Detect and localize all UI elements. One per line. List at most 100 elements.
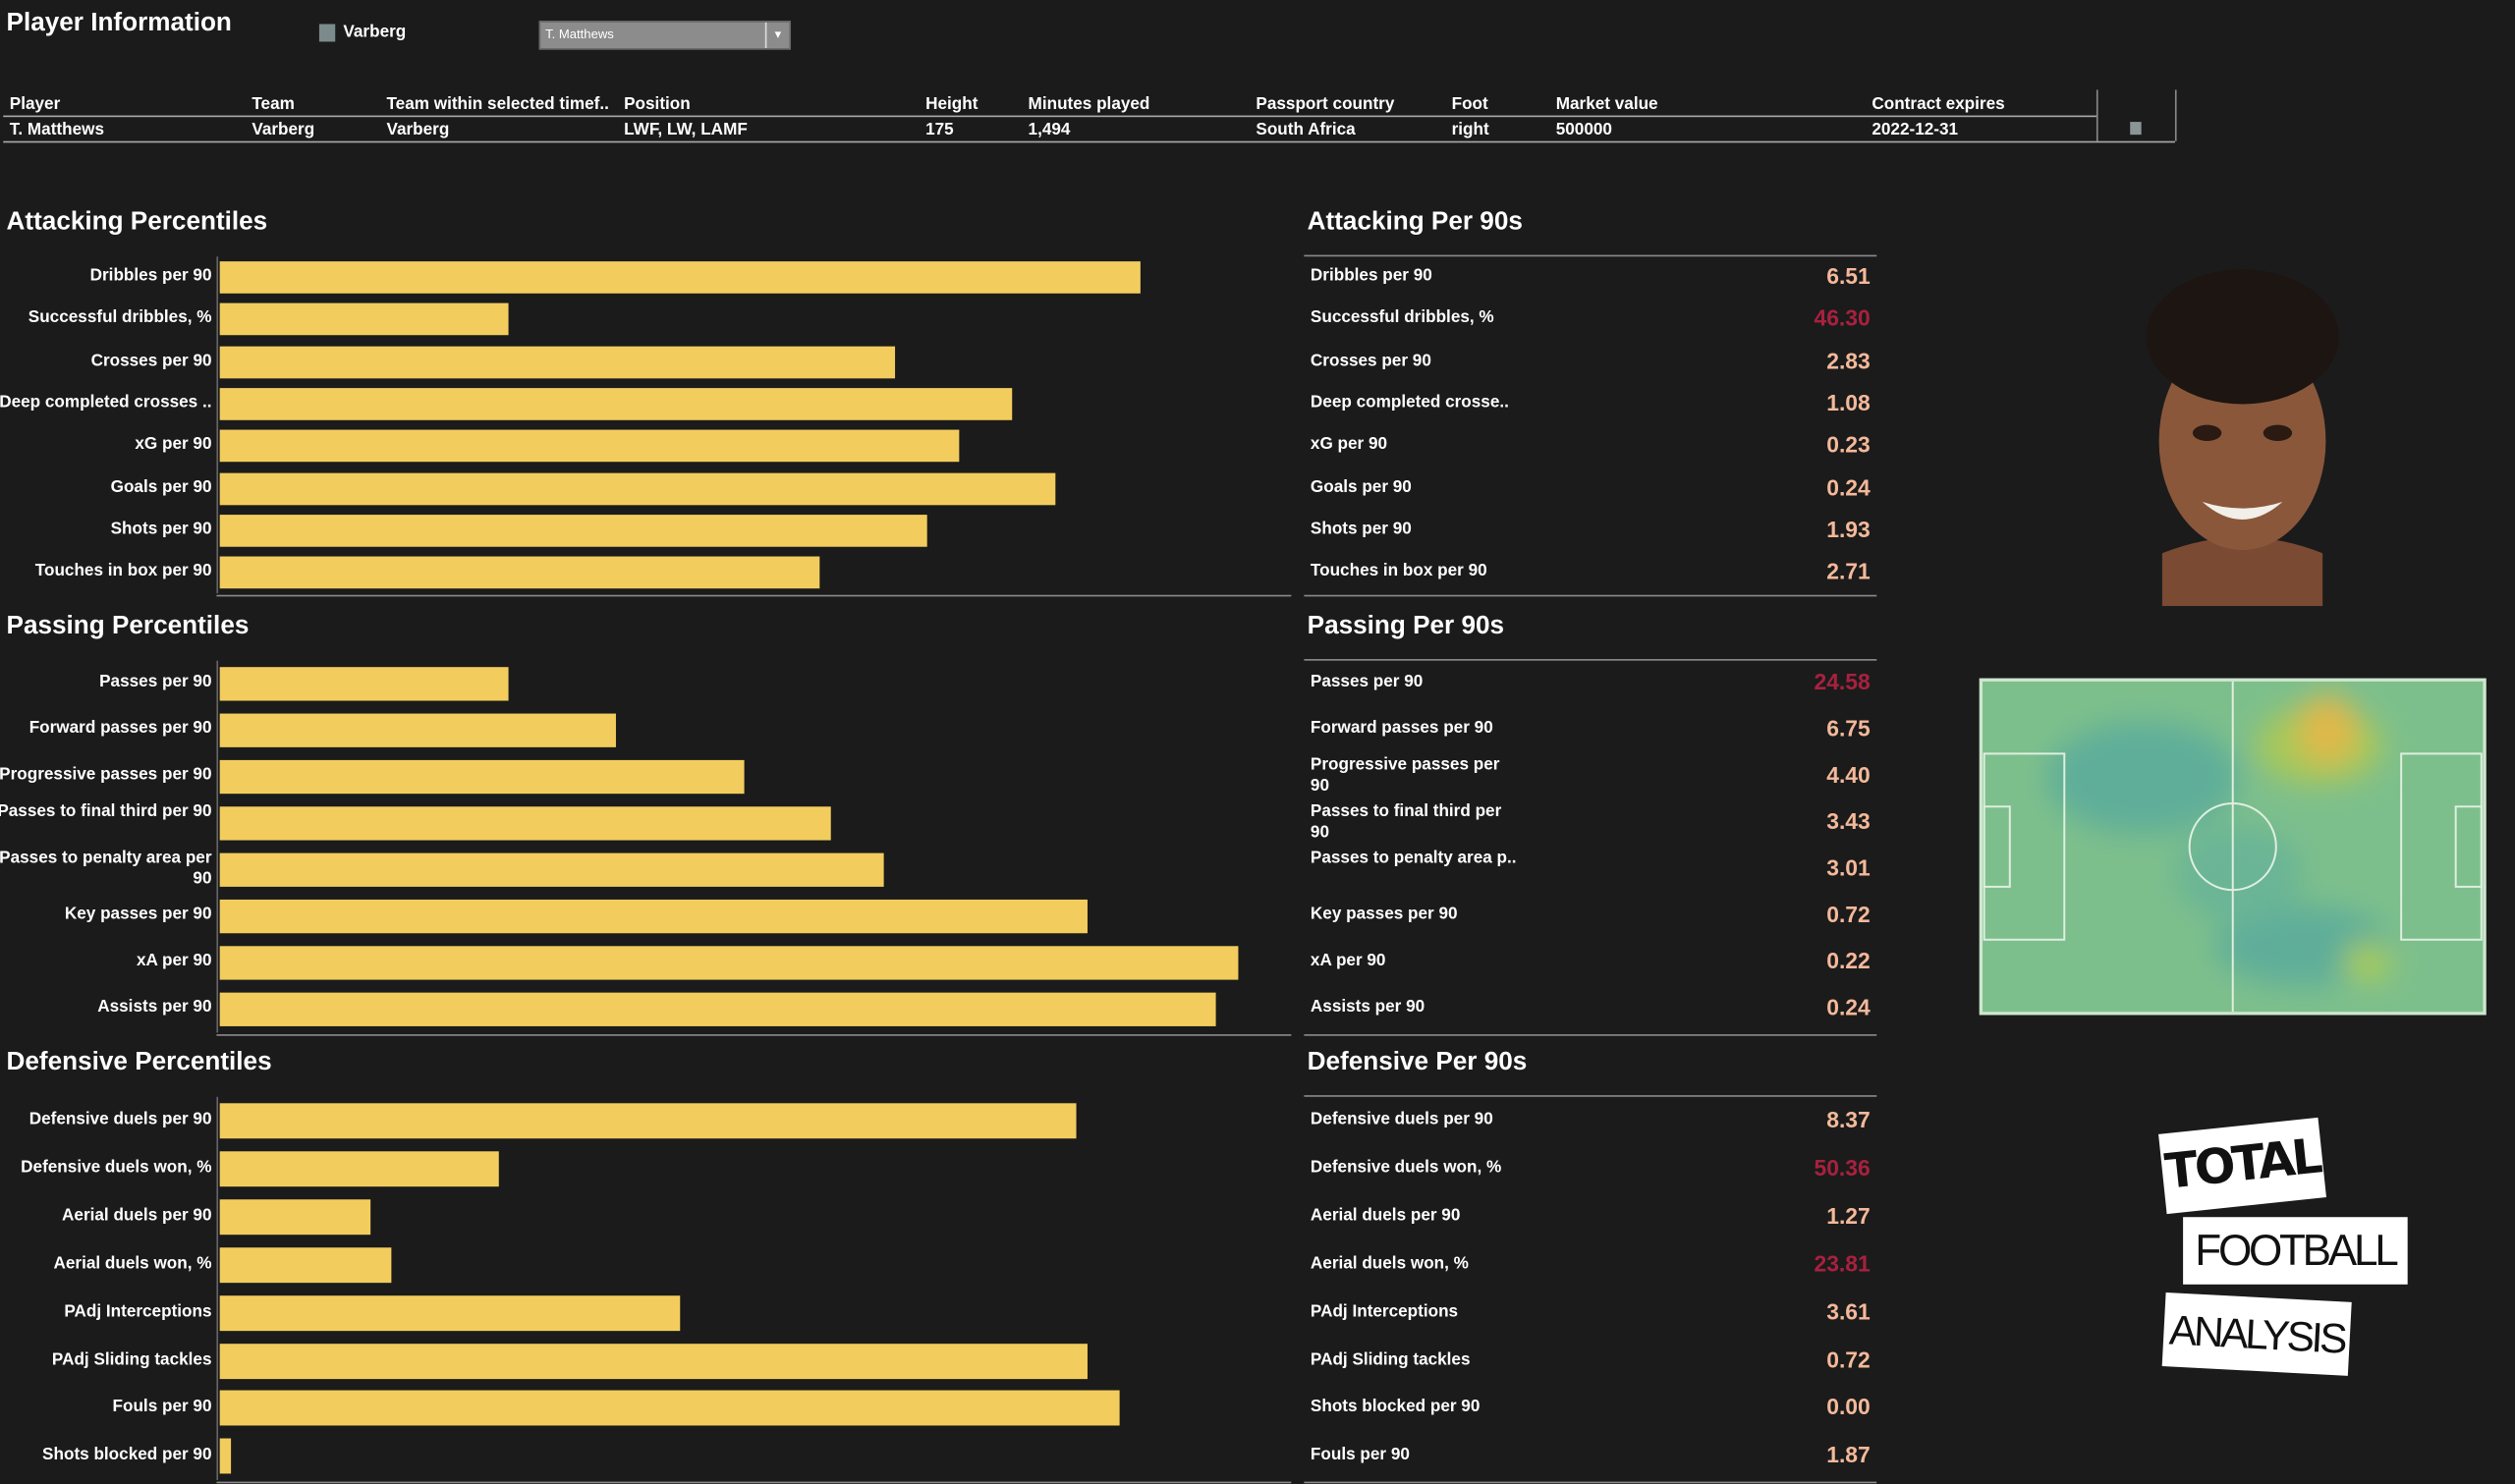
stat-value: 0.00	[1826, 1394, 1871, 1420]
percentile-bar	[219, 1103, 1078, 1139]
page-title: Player Information	[6, 9, 232, 37]
section-title-per90: Defensive Per 90s	[1307, 1048, 1528, 1076]
axis-line	[216, 1096, 219, 1481]
stat-value: 23.81	[1814, 1249, 1871, 1277]
section-title-percentiles: Passing Percentiles	[6, 612, 250, 640]
team-legend-swatch[interactable]	[318, 24, 336, 42]
percentile-bar	[219, 1391, 1120, 1427]
stat-label: Dribbles per 90	[1310, 266, 1432, 286]
stat-value: 1.87	[1826, 1442, 1871, 1468]
stat-value: 3.01	[1826, 854, 1871, 881]
bar-label: Successful dribbles, %	[28, 307, 212, 328]
table-cell: right	[1451, 120, 1489, 140]
table-cell-empty	[2096, 89, 2177, 141]
bar-label: Assists per 90	[97, 997, 212, 1017]
bar-label: Shots blocked per 90	[42, 1445, 212, 1465]
divider	[1304, 595, 1877, 597]
section-title-percentiles: Defensive Percentiles	[6, 1048, 272, 1076]
axis-line	[216, 255, 219, 594]
stat-value: 6.51	[1826, 262, 1871, 289]
chevron-down-icon[interactable]: ▾	[764, 22, 789, 48]
percentile-bar	[219, 899, 1089, 933]
stat-label: xA per 90	[1310, 951, 1386, 970]
stat-value: 1.27	[1826, 1202, 1871, 1229]
stat-label: xG per 90	[1310, 434, 1388, 455]
percentile-bar	[219, 1439, 231, 1474]
divider	[1304, 1095, 1877, 1097]
bar-label: Key passes per 90	[64, 904, 212, 924]
percentile-bar	[219, 429, 960, 463]
bar-label: Deep completed crosses ..	[0, 392, 212, 412]
stat-label: Defensive duels per 90	[1310, 1109, 1493, 1129]
divider	[1304, 1033, 1877, 1035]
percentile-bar	[219, 345, 895, 378]
stat-value: 1.93	[1826, 516, 1871, 542]
player-select-value: T. Matthews	[545, 27, 614, 42]
table-header: Player	[9, 94, 61, 114]
player-select[interactable]: T. Matthews ▾	[538, 21, 791, 50]
stat-label: Key passes per 90	[1310, 904, 1458, 924]
stat-label: Successful dribbles, %	[1310, 307, 1494, 328]
table-header: Position	[624, 94, 691, 114]
bar-label: xA per 90	[136, 951, 212, 970]
divider	[1304, 659, 1877, 661]
stat-value: 2.71	[1826, 558, 1871, 584]
table-cell: T. Matthews	[9, 120, 105, 140]
bar-label: Passes per 90	[99, 672, 212, 691]
stat-label: Assists per 90	[1310, 997, 1425, 1017]
bar-label: Crosses per 90	[90, 350, 212, 370]
stat-label: Passes to penalty area p..	[1310, 848, 1517, 868]
stat-value: 0.22	[1826, 947, 1871, 974]
stat-value: 6.75	[1826, 715, 1871, 742]
axis-line	[216, 595, 1292, 597]
percentile-bar	[219, 805, 831, 840]
percentile-bar	[219, 556, 820, 589]
bar-label: Passes to final third per 90	[0, 801, 212, 821]
bar-label: Shots per 90	[110, 519, 212, 539]
stat-label: Shots blocked per 90	[1310, 1397, 1481, 1417]
percentile-bar	[219, 712, 617, 747]
divider	[1304, 254, 1877, 257]
bar-label: Defensive duels per 90	[28, 1109, 212, 1129]
stat-label: Passes to final third per 90	[1310, 801, 1502, 843]
table-header: Market value	[1555, 94, 1658, 114]
percentile-bar	[219, 514, 927, 547]
axis-line	[216, 1033, 1292, 1035]
percentile-bar	[219, 1246, 392, 1283]
percentile-bar	[219, 387, 1013, 420]
percentile-bar	[219, 1343, 1089, 1379]
stat-label: Deep completed crosse..	[1310, 392, 1509, 412]
stat-value: 3.61	[1826, 1297, 1871, 1324]
stat-value: 4.40	[1826, 761, 1871, 788]
percentile-bar	[219, 666, 510, 700]
stat-value: 24.58	[1814, 668, 1871, 694]
stat-label: Touches in box per 90	[1310, 561, 1487, 581]
stat-value: 0.24	[1826, 994, 1871, 1020]
table-cell: South Africa	[1256, 120, 1356, 140]
stat-label: PAdj Interceptions	[1310, 1301, 1459, 1321]
axis-line	[216, 659, 219, 1032]
stat-value: 3.43	[1826, 807, 1871, 835]
stat-label: Aerial duels per 90	[1310, 1205, 1461, 1226]
bar-label: Aerial duels won, %	[53, 1253, 212, 1273]
table-cell: Varberg	[252, 120, 315, 140]
section-title-per90: Passing Per 90s	[1307, 612, 1505, 640]
stat-value: 50.36	[1814, 1154, 1871, 1181]
percentile-bar	[219, 303, 510, 336]
section-title-percentiles: Attacking Percentiles	[6, 208, 268, 237]
percentile-bar	[219, 1294, 681, 1331]
table-header: Team within selected timef..	[386, 94, 609, 114]
percentile-bar	[219, 261, 1142, 294]
percentile-bar	[219, 945, 1238, 979]
table-cell: 500000	[1555, 120, 1612, 140]
bar-label: Passes to penalty area per 90	[0, 848, 212, 889]
percentile-bar	[219, 759, 746, 794]
bar-label: Goals per 90	[110, 476, 212, 497]
table-header: Foot	[1451, 94, 1488, 114]
table-header: Minutes played	[1028, 94, 1150, 114]
stat-value: 8.37	[1826, 1106, 1871, 1132]
stat-value: 0.23	[1826, 431, 1871, 458]
bar-label: Fouls per 90	[112, 1397, 212, 1417]
table-cell: LWF, LW, LAMF	[624, 120, 748, 140]
total-football-analysis-logo: TOTAL FOOTBALL ANALYSIS	[2157, 1117, 2414, 1382]
